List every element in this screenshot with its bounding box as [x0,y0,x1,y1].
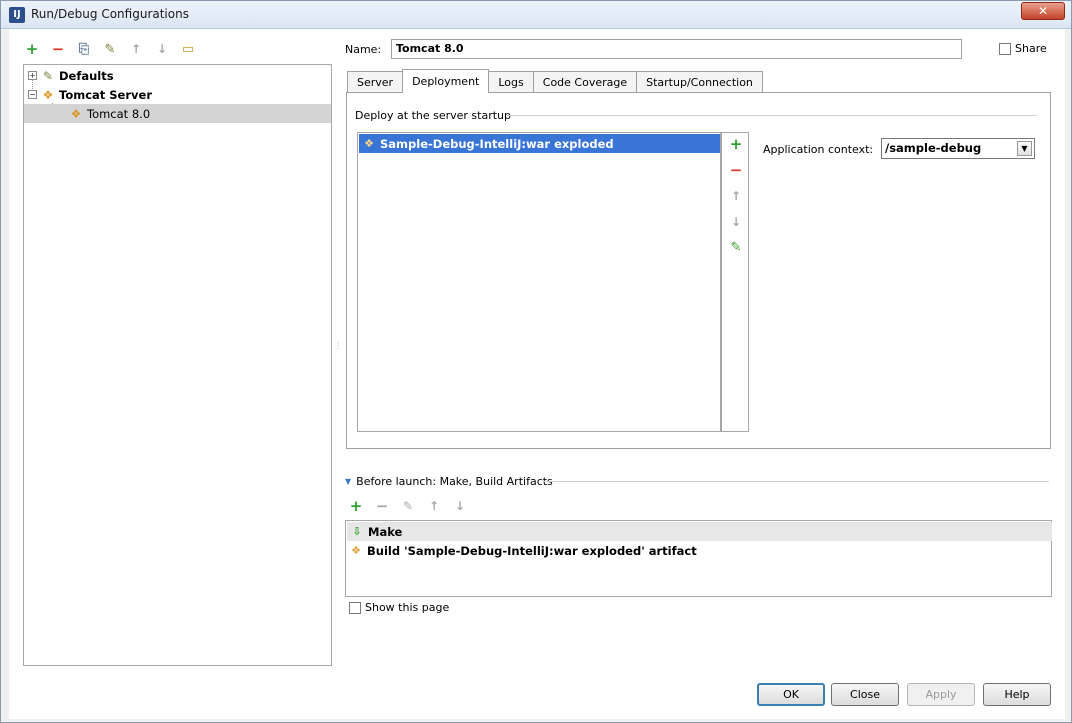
share-option: Share [999,42,1047,55]
show-page-option: Show this page [349,601,449,614]
wrench-icon: ✎ [42,68,54,83]
before-launch-list: ⇩ Make ❖ Build 'Sample-Debug-IntelliJ:wa… [345,520,1052,597]
tomcat-icon: ❖ [42,87,54,102]
tomcat-icon: ❖ [70,106,82,121]
move-down-icon[interactable]: ↓ [727,213,745,231]
copy-config-icon[interactable]: ⎘ [75,40,93,58]
collapse-icon[interactable]: − [28,90,37,99]
dialog-content: + − ⎘ ✎ ↑ ↓ ▭ + ✎ Defaults − ❖ Tomcat Se… [9,29,1065,719]
run-debug-dialog: IJ Run/Debug Configurations ✕ + − ⎘ ✎ ↑ … [0,0,1072,723]
add-icon[interactable]: + [727,135,745,153]
expand-icon[interactable]: + [28,71,37,80]
tree-item-tomcat-server[interactable]: − ❖ Tomcat Server [24,85,331,104]
artifact-icon: ❖ [364,136,374,150]
folder-icon[interactable]: ▭ [179,40,197,58]
list-item-label: Build 'Sample-Debug-IntelliJ:war explode… [367,543,697,558]
remove-config-icon[interactable]: − [49,40,67,58]
tree-item-defaults[interactable]: + ✎ Defaults [24,66,331,85]
artifact-icon: ❖ [351,543,361,557]
ok-button[interactable]: OK [757,683,825,706]
remove-icon[interactable]: − [727,161,745,179]
remove-task-icon[interactable]: − [373,497,391,515]
deployment-list: ❖ Sample-Debug-IntelliJ:war exploded [357,132,721,432]
list-item[interactable]: ⇩ Make [347,522,1052,541]
config-tabs: Server Deployment Logs Code Coverage Sta… [347,69,763,93]
list-item[interactable]: ❖ Sample-Debug-IntelliJ:war exploded [359,134,720,153]
section-title: Deploy at the server startup [355,109,512,122]
before-launch-toolbar: + − ✎ ↑ ↓ [347,497,469,515]
intellij-logo-icon: IJ [9,7,25,23]
chevron-down-icon[interactable]: ▼ [1017,141,1032,156]
name-label: Name: [345,43,382,56]
before-launch-title: Before launch: Make, Build Artifacts [356,475,553,488]
tree-item-label: Tomcat 8.0 [87,106,151,121]
tab-code-coverage[interactable]: Code Coverage [532,71,638,93]
triangle-down-icon[interactable]: ▼ [345,477,351,486]
divider [543,481,1049,482]
share-checkbox[interactable] [999,42,1011,55]
before-launch-toggle[interactable]: ▼ Before launch: Make, Build Artifacts [345,475,553,488]
config-tree: + ✎ Defaults − ❖ Tomcat Server ❖ Tomcat … [23,64,332,666]
tree-item-label: Defaults [59,68,114,83]
make-icon: ⇩ [352,524,362,538]
add-task-icon[interactable]: + [347,497,365,515]
move-up-icon[interactable]: ↑ [727,187,745,205]
apply-button[interactable]: Apply [907,683,975,706]
share-label: Share [1015,42,1047,55]
deployment-panel: Deploy at the server startup ❖ Sample-De… [346,92,1051,449]
move-down-icon[interactable]: ↓ [451,497,469,515]
tab-startup-connection[interactable]: Startup/Connection [636,71,763,93]
show-page-checkbox[interactable] [349,601,361,614]
list-item[interactable]: ❖ Build 'Sample-Debug-IntelliJ:war explo… [347,541,1052,560]
tab-deployment[interactable]: Deployment [402,69,490,93]
tab-logs[interactable]: Logs [488,71,534,93]
deployment-toolbar: + − ↑ ↓ ✎ [721,132,749,432]
tab-server[interactable]: Server [347,71,404,93]
window-title: Run/Debug Configurations [31,7,189,21]
list-item-label: Sample-Debug-IntelliJ:war exploded [380,136,614,151]
move-up-icon[interactable]: ↑ [127,40,145,58]
edit-defaults-icon[interactable]: ✎ [101,40,119,58]
move-up-icon[interactable]: ↑ [425,497,443,515]
app-context-label: Application context: [763,143,874,156]
name-field[interactable]: Tomcat 8.0 [391,39,962,59]
divider [507,115,1037,116]
list-item-label: Make [368,524,403,539]
show-page-label: Show this page [365,601,450,614]
move-down-icon[interactable]: ↓ [153,40,171,58]
config-toolbar: + − ⎘ ✎ ↑ ↓ ▭ [23,39,197,59]
edit-task-icon[interactable]: ✎ [399,497,417,515]
app-context-value: /sample-debug [885,141,982,155]
title-bar: IJ Run/Debug Configurations ✕ [1,1,1071,29]
close-button[interactable]: Close [831,683,899,706]
add-config-icon[interactable]: + [23,40,41,58]
tree-item-label: Tomcat Server [59,87,152,102]
app-context-combobox[interactable]: /sample-debug ▼ [881,138,1035,159]
splitter-handle[interactable]: ⋮ [334,342,342,358]
edit-pencil-icon[interactable]: ✎ [727,239,745,257]
tree-item-tomcat-80[interactable]: ❖ Tomcat 8.0 [24,104,331,123]
window-close-button[interactable]: ✕ [1021,2,1065,20]
help-button[interactable]: Help [983,683,1051,706]
